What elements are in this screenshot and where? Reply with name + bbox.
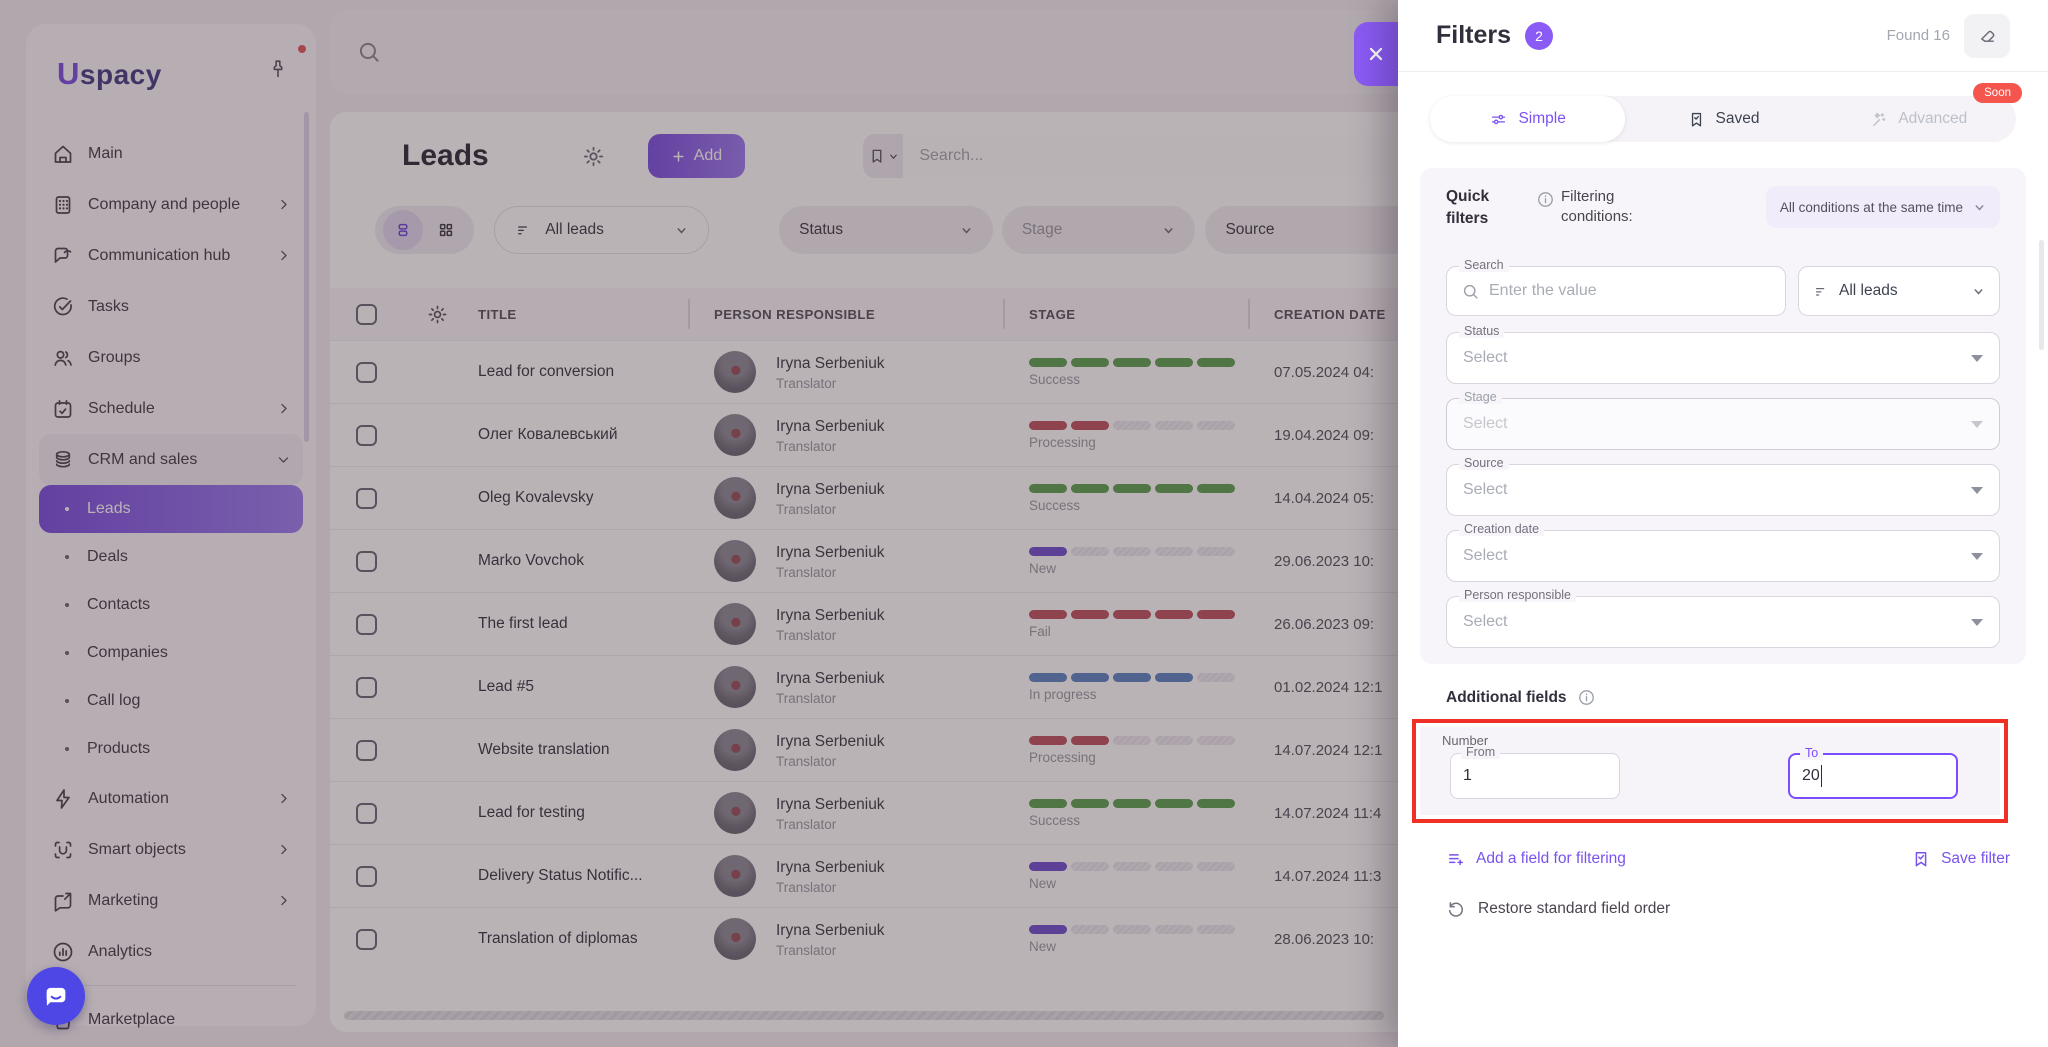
filters-tabs: Simple Saved Advanced Soon — [1430, 96, 2016, 142]
filter-select-stage[interactable]: Stage Select — [1446, 398, 2000, 450]
found-count: Found 16 — [1887, 27, 1950, 44]
highlight-rectangle: Number From 1 To 20 — [1412, 719, 2008, 823]
bookmark-check-icon — [1911, 849, 1931, 869]
messenger-chat-bubble[interactable] — [27, 967, 85, 1025]
conditions-dropdown[interactable]: All conditions at the same time — [1766, 186, 2000, 228]
number-from-input[interactable]: From 1 — [1450, 753, 1620, 799]
select-placeholder: Select — [1463, 547, 1507, 565]
filter-select-source[interactable]: Source Select — [1446, 464, 2000, 516]
select-placeholder: Select — [1463, 415, 1507, 433]
tab-simple[interactable]: Simple — [1430, 96, 1625, 142]
search-icon — [1461, 282, 1480, 301]
soon-badge: Soon — [1973, 83, 2022, 103]
wand-icon — [1869, 110, 1888, 129]
restore-icon — [1446, 899, 1466, 919]
add-field-link[interactable]: Add a field for filtering — [1446, 849, 1626, 869]
select-label: Person responsible — [1459, 588, 1576, 602]
tab-label: Simple — [1518, 110, 1565, 128]
sliders-icon — [1489, 110, 1508, 129]
select-label: Creation date — [1459, 522, 1544, 536]
filter-lines-icon — [1813, 283, 1830, 300]
bookmark-icon — [1687, 110, 1706, 129]
filters-panel: Filters 2 Found 16 Simple Saved Advanced… — [1398, 0, 2048, 1047]
select-label: Status — [1459, 324, 1504, 338]
quick-filters-section: Quick filters Filtering conditions: All … — [1420, 168, 2026, 664]
filter-select-status[interactable]: Status Select — [1446, 332, 2000, 384]
select-placeholder: Select — [1463, 349, 1507, 367]
dropdown-arrow-icon — [1971, 553, 1983, 560]
clear-filters-button[interactable] — [1964, 14, 2010, 58]
filter-select-creation-date[interactable]: Creation date Select — [1446, 530, 2000, 582]
quick-filters-heading: Quick filters — [1446, 186, 1534, 229]
text-cursor — [1821, 765, 1823, 787]
list-plus-icon — [1446, 849, 1466, 869]
tab-advanced: Advanced Soon — [1821, 96, 2016, 142]
filter-search-input[interactable]: Search Enter the value — [1446, 266, 1786, 316]
filters-title: Filters — [1436, 21, 1511, 50]
chevron-down-icon — [1973, 201, 1986, 214]
additional-fields-heading: Additional fields — [1446, 689, 1567, 707]
entity-dropdown[interactable]: All leads — [1798, 266, 2000, 316]
save-filter-link[interactable]: Save filter — [1911, 849, 2010, 869]
dropdown-arrow-icon — [1971, 487, 1983, 494]
filtering-conditions-label: Filtering conditions: — [1561, 187, 1677, 228]
restore-field-order-button[interactable]: Restore standard field order — [1446, 899, 2010, 919]
chevron-down-icon — [1972, 285, 1985, 298]
select-placeholder: Select — [1463, 613, 1507, 631]
tab-label: Advanced — [1898, 110, 1967, 128]
dropdown-arrow-icon — [1971, 421, 1983, 428]
select-placeholder: Select — [1463, 481, 1507, 499]
select-label: Stage — [1459, 390, 1502, 404]
number-to-input[interactable]: To 20 — [1788, 753, 1958, 799]
info-icon[interactable] — [1536, 190, 1555, 209]
select-label: Source — [1459, 456, 1509, 470]
filter-select-person-responsible[interactable]: Person responsible Select — [1446, 596, 2000, 648]
filter-selects: Status Select Stage Select Source Select… — [1446, 332, 2000, 648]
panel-scrollbar[interactable] — [2039, 240, 2044, 350]
number-field-group: Number From 1 To 20 — [1420, 727, 2000, 815]
dropdown-arrow-icon — [1971, 619, 1983, 626]
tab-label: Saved — [1716, 110, 1760, 128]
app-window: Uspacy Main Company and people Communica… — [0, 0, 2048, 1047]
tab-saved[interactable]: Saved — [1625, 96, 1820, 142]
dropdown-arrow-icon — [1971, 355, 1983, 362]
filters-count-badge: 2 — [1525, 22, 1553, 50]
info-icon[interactable] — [1577, 688, 1596, 707]
close-panel-button[interactable] — [1354, 22, 1398, 86]
modal-dim-overlay[interactable] — [0, 0, 1398, 1047]
